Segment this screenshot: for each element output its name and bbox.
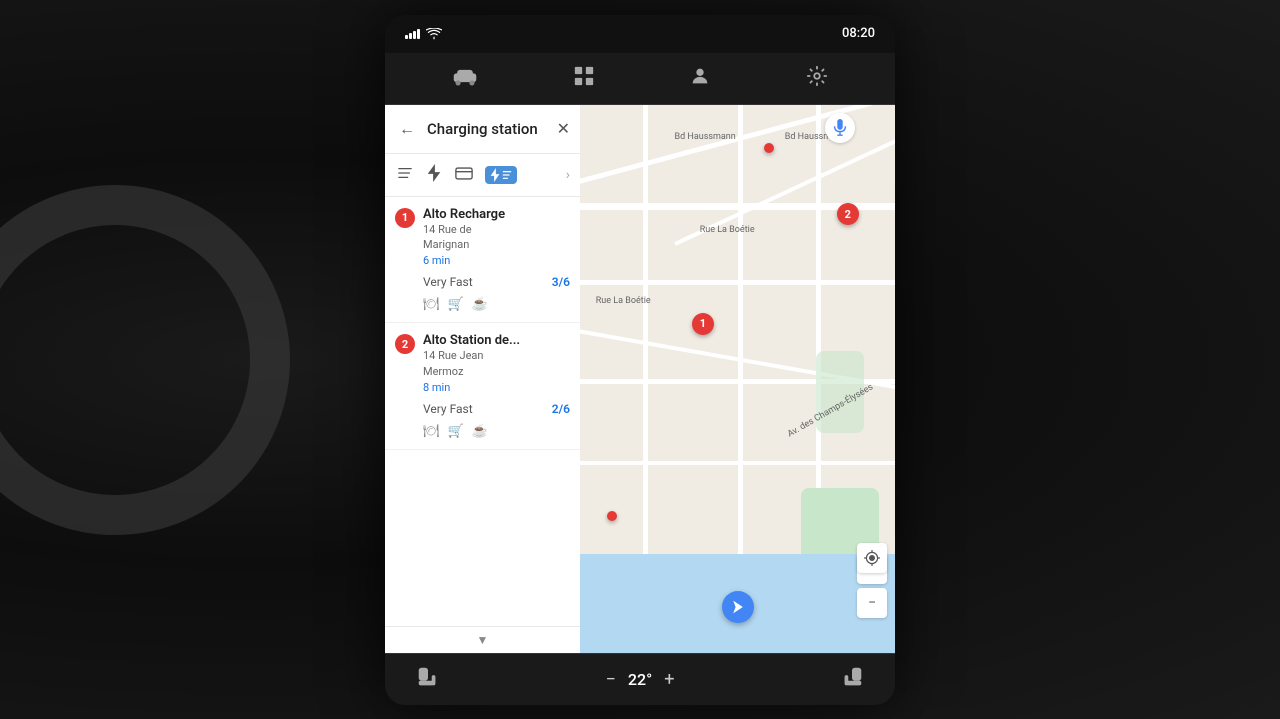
zoom-out-button[interactable]: − bbox=[857, 588, 887, 618]
amenity-shop-1: 🛒 bbox=[448, 297, 464, 312]
status-time: 08:20 bbox=[842, 26, 875, 41]
map-area[interactable]: Bd Haussmann Bd Haussmann Rue La Boétie … bbox=[580, 105, 895, 653]
signal-bar-2 bbox=[409, 33, 412, 39]
station-1-count: 3/6 bbox=[552, 275, 570, 289]
wifi-icon bbox=[426, 28, 442, 40]
station-2-time: 8 min bbox=[423, 381, 570, 394]
station-1-time: 6 min bbox=[423, 254, 570, 267]
amenity-food-2: 🍽 bbox=[423, 424, 440, 439]
signal-bar-3 bbox=[413, 31, 416, 39]
filter-list-icon[interactable] bbox=[395, 164, 415, 186]
filter-more-icon[interactable]: › bbox=[566, 167, 570, 183]
station-item-2[interactable]: 2 Alto Station de... 14 Rue Jean Mermoz … bbox=[385, 323, 580, 450]
signal-icon bbox=[405, 29, 420, 39]
seat-left-icon[interactable] bbox=[415, 664, 441, 695]
station-1-number: 1 bbox=[395, 208, 415, 228]
station-2-count: 2/6 bbox=[552, 402, 570, 416]
panel-header: ← Charging station ✕ bbox=[385, 105, 580, 154]
top-nav bbox=[385, 53, 895, 105]
filter-fast-icon[interactable] bbox=[485, 166, 517, 184]
station-2-speed-row: Very Fast 2/6 bbox=[395, 398, 570, 420]
profile-nav-icon[interactable] bbox=[683, 59, 717, 98]
signal-bar-1 bbox=[405, 35, 408, 39]
station-2-speed: Very Fast bbox=[423, 402, 473, 416]
station-1-speed: Very Fast bbox=[423, 275, 473, 289]
back-button[interactable]: ← bbox=[395, 117, 419, 141]
temperature-display: 22° bbox=[628, 670, 652, 689]
filter-bar: › bbox=[385, 154, 580, 197]
filter-card-icon[interactable] bbox=[453, 164, 475, 186]
location-button[interactable] bbox=[857, 543, 887, 573]
bottom-bar: − 22° + bbox=[385, 653, 895, 705]
voice-button[interactable] bbox=[825, 113, 855, 143]
station-2-amenities: 🍽 🛒 ☕ bbox=[395, 420, 570, 439]
station-2-address: 14 Rue Jean Mermoz bbox=[423, 348, 570, 379]
map-marker-small-2 bbox=[764, 143, 774, 153]
map-label-bd-haussmann-1: Bd Haussmann bbox=[675, 132, 736, 142]
charging-panel: ← Charging station ✕ bbox=[385, 105, 580, 653]
map-marker-1[interactable]: 1 bbox=[692, 313, 714, 335]
settings-nav-icon[interactable] bbox=[800, 59, 834, 98]
temp-minus-button[interactable]: − bbox=[606, 669, 616, 690]
status-left bbox=[405, 28, 442, 40]
panel-title: Charging station bbox=[427, 120, 549, 138]
station-1-header: 1 Alto Recharge 14 Rue de Marignan 6 min bbox=[395, 207, 570, 268]
station-2-info: Alto Station de... 14 Rue Jean Mermoz 8 … bbox=[423, 333, 570, 394]
station-list: 1 Alto Recharge 14 Rue de Marignan 6 min… bbox=[385, 197, 580, 626]
amenity-cafe-1: ☕ bbox=[472, 297, 488, 312]
signal-bar-4 bbox=[417, 29, 420, 39]
filter-bolt-icon[interactable] bbox=[425, 162, 443, 188]
station-1-amenities: 🍽 🛒 ☕ bbox=[395, 293, 570, 312]
main-content: ← Charging station ✕ bbox=[385, 105, 895, 653]
amenity-food-1: 🍽 bbox=[423, 297, 440, 312]
amenity-cafe-2: ☕ bbox=[472, 424, 488, 439]
map-label-rue-la-boetie: Rue La Boétie bbox=[700, 225, 755, 235]
amenity-shop-2: 🛒 bbox=[448, 424, 464, 439]
station-item-1[interactable]: 1 Alto Recharge 14 Rue de Marignan 6 min… bbox=[385, 197, 580, 324]
station-2-name: Alto Station de... bbox=[423, 333, 570, 348]
station-1-address: 14 Rue de Marignan bbox=[423, 222, 570, 253]
scroll-down-indicator[interactable]: ▼ bbox=[385, 626, 580, 653]
close-button[interactable]: ✕ bbox=[557, 119, 570, 138]
temperature-control: − 22° + bbox=[606, 669, 675, 690]
map-marker-small-1 bbox=[607, 511, 617, 521]
grid-nav-icon[interactable] bbox=[567, 59, 601, 98]
status-bar: 08:20 bbox=[385, 15, 895, 53]
car-nav-icon[interactable] bbox=[446, 60, 484, 97]
station-1-name: Alto Recharge bbox=[423, 207, 570, 222]
station-2-number: 2 bbox=[395, 334, 415, 354]
navigation-arrow[interactable] bbox=[722, 591, 754, 623]
station-2-header: 2 Alto Station de... 14 Rue Jean Mermoz … bbox=[395, 333, 570, 394]
device-frame: 08:20 bbox=[385, 15, 895, 705]
seat-right-icon[interactable] bbox=[839, 664, 865, 695]
map-label-rue-la-boetie-2: Rue La Boétie bbox=[596, 296, 651, 306]
station-1-info: Alto Recharge 14 Rue de Marignan 6 min bbox=[423, 207, 570, 268]
map-marker-2[interactable]: 2 bbox=[837, 203, 859, 225]
temp-plus-button[interactable]: + bbox=[664, 669, 674, 690]
station-1-speed-row: Very Fast 3/6 bbox=[395, 271, 570, 293]
